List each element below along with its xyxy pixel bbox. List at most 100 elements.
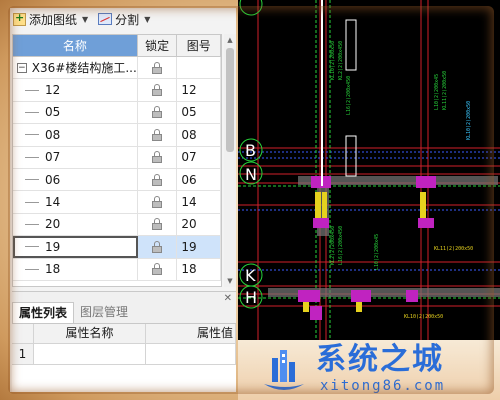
city-logo-icon: [264, 350, 304, 390]
beam-annotation: KL10(2)200x50: [404, 314, 443, 320]
axis-label-b: B: [245, 141, 256, 160]
lock-icon[interactable]: [152, 173, 163, 186]
scroll-up-icon[interactable]: ▲: [224, 34, 236, 46]
scroll-down-icon[interactable]: ▼: [224, 275, 236, 287]
split-label: 分割: [115, 12, 140, 27]
tree-connector: [25, 156, 39, 158]
table-row[interactable]: 06 06: [13, 168, 221, 192]
scrollbar-thumb[interactable]: [226, 48, 234, 152]
tree-connector: [25, 179, 39, 181]
grid-header: 名称 锁定 图号: [13, 35, 221, 57]
tab-property-list[interactable]: 属性列表: [12, 302, 75, 323]
beam-annotation: L16(2)200x450: [338, 226, 344, 265]
tree-connector: [25, 89, 39, 91]
properties-panel: ✕ 属性列表 图层管理 属性名称 属性值 1: [12, 291, 236, 392]
table-row[interactable]: 20 20: [13, 213, 221, 237]
drawing-name: 20: [45, 217, 61, 232]
lock-icon[interactable]: [152, 263, 163, 276]
table-row[interactable]: 19 19: [13, 236, 221, 259]
collapse-icon[interactable]: −: [17, 62, 27, 73]
beam-annotation: KL11(2)200x50: [434, 246, 473, 252]
beam-annotation: KL11(2)200x50: [442, 71, 448, 110]
cad-drawing: KL10(2)200x50 KL2(2)200x450 L16(2)200x45…: [238, 0, 500, 340]
lock-icon[interactable]: [152, 61, 163, 74]
cad-drawing-canvas[interactable]: KL10(2)200x50 KL2(2)200x450 L16(2)200x45…: [238, 0, 500, 340]
drawing-number: 06: [177, 168, 221, 191]
column-header-name[interactable]: 名称: [13, 35, 138, 57]
property-row-index: 1: [12, 344, 34, 364]
drawing-number: 14: [177, 191, 221, 213]
property-name-header[interactable]: 属性名称: [34, 324, 146, 343]
drawing-number: 12: [177, 79, 221, 101]
table-row[interactable]: 14 14: [13, 191, 221, 214]
split-icon: [98, 13, 113, 25]
tab-layer-management[interactable]: 图层管理: [74, 302, 134, 322]
axis-label-n: N: [245, 165, 257, 184]
property-index-header: [12, 324, 34, 343]
drawing-name: 12: [45, 83, 61, 98]
drawing-name: 14: [45, 195, 61, 210]
add-drawing-button[interactable]: 添加图纸 ▼: [10, 9, 91, 29]
properties-tabs: 属性列表 图层管理: [12, 302, 134, 323]
tree-connector: [25, 111, 39, 113]
add-drawing-icon: [13, 11, 26, 26]
table-row[interactable]: 12 12: [13, 79, 221, 102]
lock-icon[interactable]: [152, 240, 163, 253]
lock-icon[interactable]: [152, 106, 163, 119]
drawing-number: 08: [177, 124, 221, 146]
tree-connector: [25, 246, 39, 248]
column-header-lock[interactable]: 锁定: [137, 35, 178, 57]
drawing-number: 05: [177, 101, 221, 124]
add-drawing-label: 添加图纸: [29, 12, 78, 27]
lock-icon[interactable]: [152, 151, 163, 164]
table-row[interactable]: 08 08: [13, 124, 221, 147]
root-drawing-number: [177, 57, 221, 79]
lock-icon[interactable]: [152, 196, 163, 209]
tree-connector: [25, 268, 39, 270]
drawing-toolbar: 添加图纸 ▼ 分割 ▼: [10, 8, 236, 30]
table-row[interactable]: 07 07: [13, 146, 221, 169]
drawing-name: 05: [45, 105, 61, 120]
property-grid: 属性名称 属性值 1: [12, 323, 236, 392]
beam-annotation: L10(2)200x45: [434, 74, 440, 110]
lock-icon[interactable]: [152, 84, 163, 97]
property-value-header[interactable]: 属性值: [146, 324, 236, 343]
drawing-number: 07: [177, 146, 221, 168]
drawing-list-grid: 名称 锁定 图号 − X36#楼结构施工... 12 12 05 05 08 08 07 07…: [12, 34, 222, 287]
dropdown-arrow-icon[interactable]: ▼: [144, 15, 150, 24]
watermark-title: 系统之城: [316, 342, 444, 377]
beam-annotation: KL2(2)200x450: [330, 226, 336, 265]
drawing-name: 19: [45, 239, 61, 254]
column-header-number[interactable]: 图号: [177, 35, 221, 57]
lock-icon[interactable]: [152, 128, 163, 141]
beam-annotation: KL10(2)200x50: [466, 101, 472, 140]
drawing-name: 06: [45, 172, 61, 187]
close-icon[interactable]: ✕: [224, 293, 232, 304]
tree-connector: [25, 201, 39, 203]
beam-annotation: KL2(2)200x450: [338, 41, 344, 80]
tree-root-row[interactable]: − X36#楼结构施工...: [13, 57, 221, 80]
axis-label-k: K: [245, 266, 256, 285]
split-button[interactable]: 分割 ▼: [95, 9, 153, 29]
table-row[interactable]: 18 18: [13, 258, 221, 281]
drawing-number: 20: [177, 213, 221, 236]
property-row[interactable]: 1: [12, 344, 236, 365]
property-value-cell[interactable]: [146, 344, 236, 364]
watermark-url: xitong86.com: [320, 378, 446, 394]
drawing-name: 07: [45, 150, 61, 165]
beam-annotation: L10(2)200x45: [374, 234, 380, 270]
tree-connector: [25, 223, 39, 225]
dropdown-arrow-icon[interactable]: ▼: [82, 15, 88, 24]
drawing-name: 08: [45, 127, 61, 142]
axis-label-h: H: [245, 288, 257, 307]
watermark: 系统之城 xitong86.com: [238, 340, 500, 400]
property-name-cell[interactable]: [34, 344, 146, 364]
root-drawing-name: X36#楼结构施工...: [31, 61, 137, 76]
table-row[interactable]: 05 05: [13, 101, 221, 125]
lock-icon[interactable]: [152, 218, 163, 231]
beam-annotation: KL10(2)200x50: [330, 41, 336, 80]
tree-connector: [25, 134, 39, 136]
vertical-scrollbar[interactable]: ▲ ▼: [224, 34, 236, 287]
drawing-number: 18: [177, 258, 221, 280]
drawing-name: 18: [45, 262, 61, 277]
